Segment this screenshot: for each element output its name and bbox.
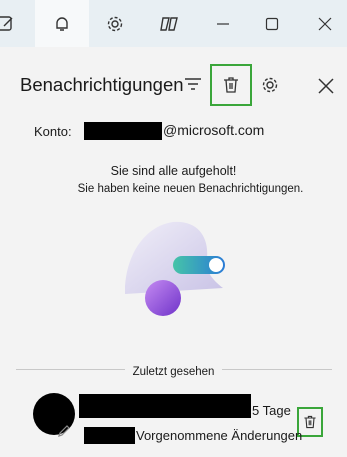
trash-icon	[304, 415, 316, 429]
edit-board-icon	[0, 15, 13, 31]
tab-settings[interactable]	[88, 0, 142, 47]
redacted-item-subject	[84, 427, 135, 444]
empty-state-title: Sie sind alle aufgeholt!	[110, 164, 237, 178]
redacted-account-name	[84, 122, 162, 140]
empty-state-subtitle: Sie haben keine neuen Benachrichtigungen…	[77, 183, 304, 195]
maximize-button[interactable]	[254, 0, 290, 47]
redacted-item-title	[79, 394, 251, 418]
item-description: Vorgenommene Änderungen	[136, 428, 303, 443]
close-panel-button[interactable]	[318, 78, 334, 99]
edit-icon	[58, 425, 70, 437]
tab-copilot[interactable]	[143, 0, 197, 47]
edit-icon-wrap	[56, 423, 72, 444]
close-icon	[318, 78, 334, 94]
maximize-icon	[265, 17, 279, 30]
filter-button[interactable]	[184, 76, 202, 97]
bell-icon	[56, 16, 68, 31]
tab-whiteboard[interactable]	[0, 0, 32, 47]
bell-illustration	[125, 221, 225, 316]
filter-icon	[185, 78, 201, 90]
panel-title: Benachrichtigungen	[20, 74, 184, 95]
recent-header: Zuletzt gesehen	[124, 366, 223, 378]
clear-all-button[interactable]	[210, 64, 252, 106]
item-time: 5 Tage	[252, 403, 291, 418]
notification-settings-button[interactable]	[260, 75, 280, 100]
close-window-button[interactable]	[307, 0, 343, 47]
minimize-button[interactable]	[205, 0, 241, 47]
copilot-icon	[160, 16, 178, 31]
close-icon	[318, 17, 332, 30]
minimize-icon	[217, 22, 229, 25]
gear-icon	[262, 77, 278, 93]
recent-header-wrap: Zuletzt gesehen	[0, 362, 347, 380]
gear-icon	[107, 16, 123, 31]
tab-notifications[interactable]	[35, 0, 89, 47]
account-domain: @microsoft.com	[163, 122, 265, 138]
trash-icon	[224, 77, 238, 93]
account-label: Konto:	[34, 124, 72, 139]
